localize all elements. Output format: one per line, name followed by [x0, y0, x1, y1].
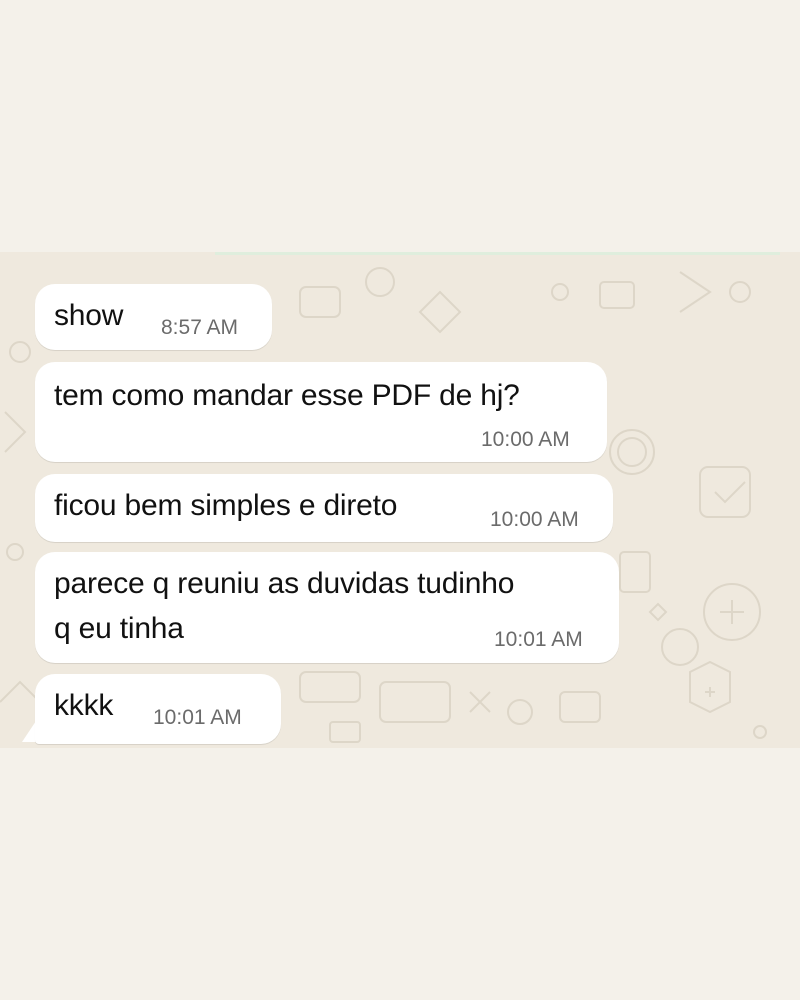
message-time: 10:00 AM [490, 508, 579, 531]
message-bubble[interactable]: tem como mandar esse PDF de hj? 10:00 AM [35, 362, 607, 462]
message-time: 8:57 AM [161, 316, 239, 339]
message-bubble[interactable]: parece q reuniu as duvidas tudinho q eu … [35, 552, 619, 663]
message-time: 10:00 AM [481, 428, 570, 451]
message-time: 10:01 AM [494, 628, 583, 651]
message-bubble[interactable]: show 8:57 AM [35, 284, 272, 350]
message-time: 10:01 AM [153, 706, 242, 729]
message-bubble[interactable]: kkkk 10:01 AM [35, 674, 281, 744]
message-text-line-1: parece q reuniu as duvidas tudinho [54, 567, 515, 600]
message-text: show [54, 299, 124, 332]
message-text-line-2: q eu tinha [54, 612, 184, 645]
message-text: tem como mandar esse PDF de hj? [54, 379, 520, 412]
message-text: ficou bem simples e direto [54, 489, 398, 522]
message-text: kkkk [54, 689, 114, 722]
message-bubble[interactable]: ficou bem simples e direto 10:00 AM [35, 474, 613, 542]
